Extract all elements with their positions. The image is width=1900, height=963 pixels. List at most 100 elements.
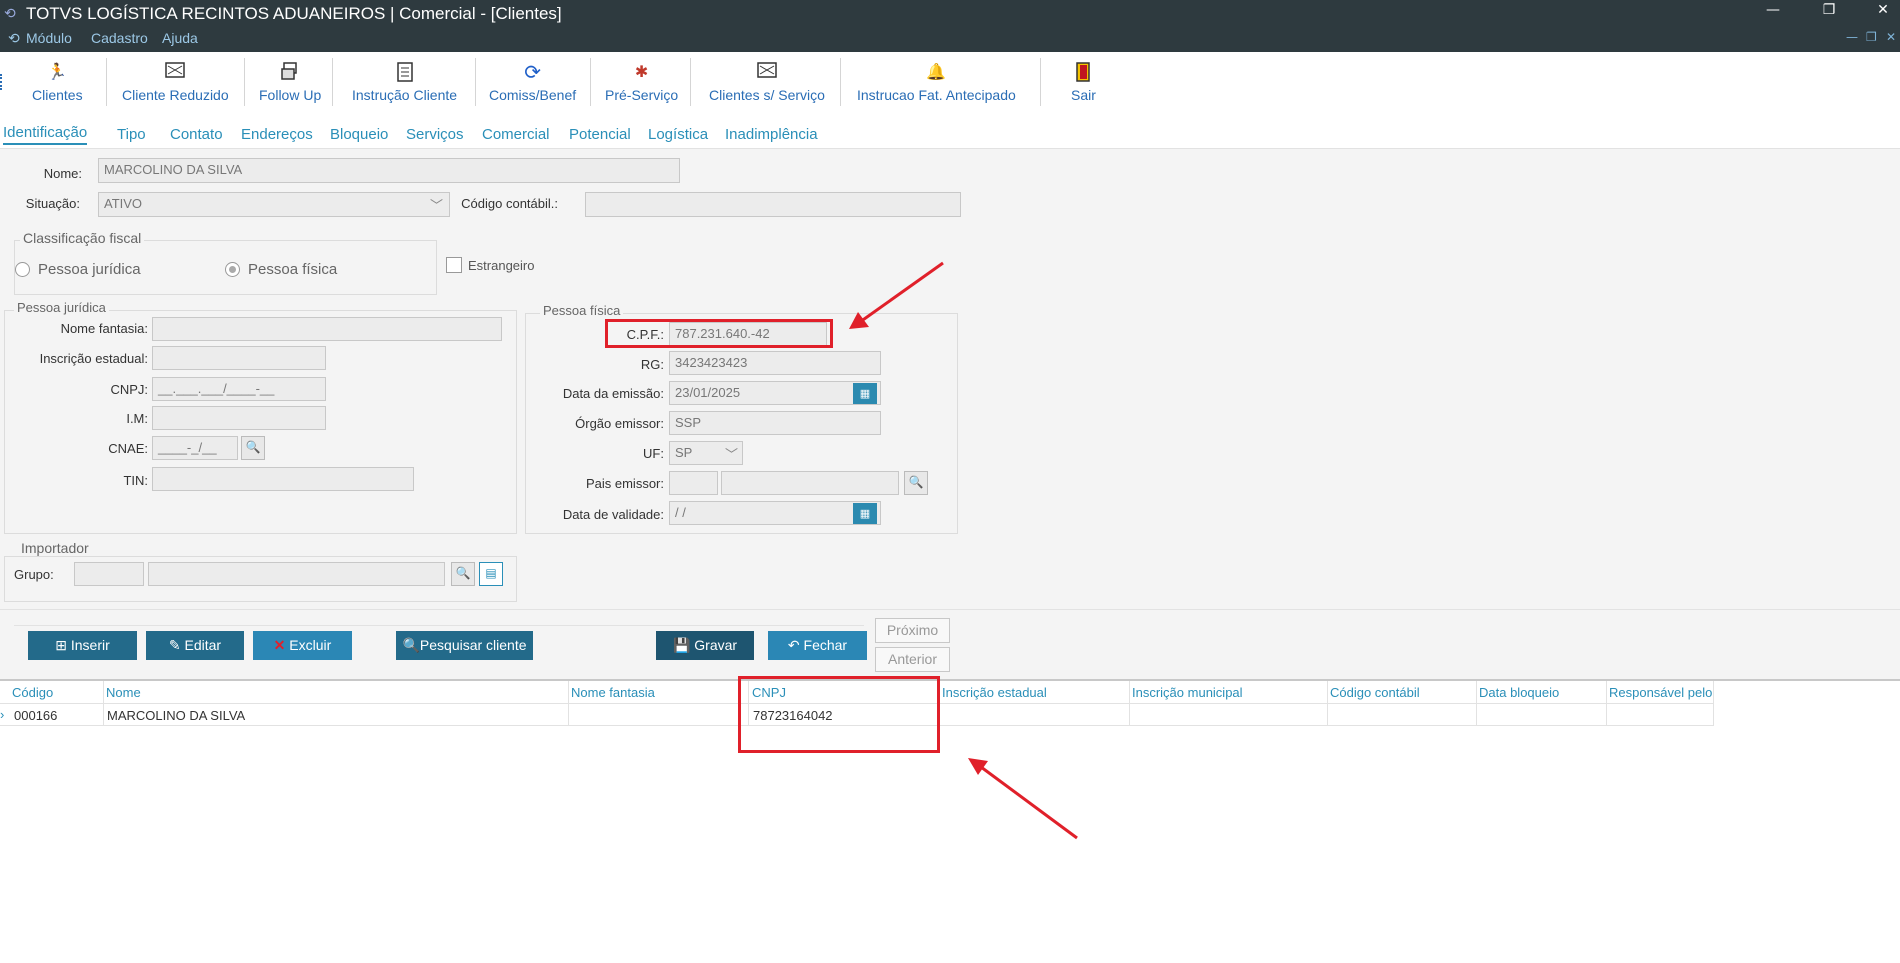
toolbar-sair-button[interactable]: Sair xyxy=(1071,62,1096,103)
tab-identificacao[interactable]: Identificação xyxy=(3,124,88,145)
cnae-search-icon[interactable]: 🔍 xyxy=(241,436,265,460)
cpf-highlight-box xyxy=(605,319,833,348)
grupo-search-icon[interactable]: 🔍 xyxy=(451,562,475,586)
pais-emissor-name-field[interactable] xyxy=(721,471,899,495)
anterior-button[interactable]: Anterior xyxy=(875,647,950,672)
cnpj-field[interactable]: __.___.___/____-__ xyxy=(152,377,326,401)
column-header-codigo-contabil[interactable]: Código contábil xyxy=(1330,685,1420,700)
situacao-value: ATIVO xyxy=(104,196,143,211)
fechar-button[interactable]: ↶ Fechar xyxy=(768,631,867,660)
editar-button[interactable]: ✎ Editar xyxy=(146,631,244,660)
toolbar-separator xyxy=(106,58,107,106)
tab-inadimplencia[interactable]: Inadimplência xyxy=(725,126,818,143)
toolbar-instrucao-fat-antecipado-button[interactable]: 🔔 Instrucao Fat. Antecipado xyxy=(857,62,1016,103)
toolbar-pre-servico-button[interactable]: ✱ Pré-Serviço xyxy=(605,62,678,103)
tab-comercial[interactable]: Comercial xyxy=(482,126,550,143)
restore-button[interactable]: ❐ xyxy=(1814,0,1844,22)
data-validade-field[interactable]: / / xyxy=(669,501,881,525)
cnpj-highlight-box xyxy=(738,676,940,753)
data-emissao-field[interactable]: 23/01/2025 xyxy=(669,381,881,405)
toolbar-separator xyxy=(475,58,476,106)
estrangeiro-label: Estrangeiro xyxy=(468,258,535,273)
column-header-nome[interactable]: Nome xyxy=(106,685,141,700)
proximo-button[interactable]: Próximo xyxy=(875,618,950,643)
pessoa-fisica-title: Pessoa física xyxy=(540,303,624,318)
column-header-codigo[interactable]: Código xyxy=(12,685,53,700)
pesquisar-cliente-button[interactable]: 🔍Pesquisar cliente xyxy=(396,631,533,660)
nome-field[interactable]: MARCOLINO DA SILVA xyxy=(98,158,680,183)
close-button[interactable]: ✕ xyxy=(1868,0,1898,22)
row-indicator-chevron-icon: › xyxy=(0,707,5,722)
nome-label: Nome: xyxy=(43,166,82,181)
nome-fantasia-field[interactable] xyxy=(152,317,502,341)
pais-emissor-code-field[interactable] xyxy=(669,471,718,495)
importador-title: Importador xyxy=(18,540,92,556)
tab-contato[interactable]: Contato xyxy=(170,126,223,143)
column-header-nome-fantasia[interactable]: Nome fantasia xyxy=(571,685,655,700)
toolbar-clientes-sem-servico-button[interactable]: Clientes s/ Serviço xyxy=(709,62,825,103)
search-icon: 🔍 xyxy=(402,637,420,653)
refresh-icon: ⟳ xyxy=(524,62,541,84)
inserir-button[interactable]: ⊞ Inserir xyxy=(28,631,137,660)
uf-label: UF: xyxy=(643,446,664,461)
excluir-button[interactable]: ✕ Excluir xyxy=(253,631,352,660)
wrench-icon: ✱ xyxy=(634,64,649,81)
pessoa-juridica-radio[interactable] xyxy=(15,262,30,277)
divider xyxy=(14,625,864,626)
toolbar-comiss-benef-button[interactable]: ⟳ Comiss/Benef xyxy=(489,62,576,103)
toolbar-separator xyxy=(840,58,841,106)
toolbar-separator xyxy=(690,58,691,106)
followup-icon xyxy=(279,62,301,84)
nome-fantasia-label: Nome fantasia: xyxy=(60,321,148,336)
mdi-minimize-icon[interactable]: — xyxy=(1846,30,1858,44)
im-field[interactable] xyxy=(152,406,326,430)
toolbar-clientes-label: Clientes xyxy=(32,87,83,103)
toolbar-instrucao-cliente-button[interactable]: Instrução Cliente xyxy=(352,62,457,103)
pessoa-fisica-radio[interactable] xyxy=(225,262,240,277)
minimize-button[interactable]: — xyxy=(1758,0,1788,22)
tin-field[interactable] xyxy=(152,467,414,491)
situacao-select[interactable]: ATIVO ﹀ xyxy=(98,192,450,217)
menu-modulo[interactable]: Módulo xyxy=(26,30,72,46)
tab-servicos[interactable]: Serviços xyxy=(406,126,464,143)
tab-potencial[interactable]: Potencial xyxy=(569,126,631,143)
toolbar-cliente-reduzido-button[interactable]: Cliente Reduzido xyxy=(122,62,229,103)
column-header-inscricao-estadual[interactable]: Inscrição estadual xyxy=(942,685,1047,700)
tab-tipo[interactable]: Tipo xyxy=(117,126,146,143)
toolbar-clientes-button[interactable]: 🏃 Clientes xyxy=(32,62,83,103)
grupo-new-document-icon[interactable]: ▤ xyxy=(479,562,503,586)
chevron-down-icon: ﹀ xyxy=(429,198,443,213)
codigo-contabil-field[interactable] xyxy=(585,192,961,217)
pais-search-icon[interactable]: 🔍 xyxy=(904,471,928,495)
calendar-icon[interactable]: ▦ xyxy=(853,383,877,404)
app-menu-icon[interactable]: ⟲ xyxy=(8,30,20,47)
column-header-responsavel[interactable]: Responsável pelo xyxy=(1609,685,1712,700)
toolbar-instrucao-fat-antecipado-label: Instrucao Fat. Antecipado xyxy=(857,87,1016,103)
grupo-code-field[interactable] xyxy=(74,562,144,586)
calendar-icon[interactable]: ▦ xyxy=(853,503,877,524)
toolbar-follow-up-label: Follow Up xyxy=(259,87,322,103)
window-title: TOTVS LOGÍSTICA RECINTOS ADUANEIROS | Co… xyxy=(26,4,562,23)
grupo-name-field[interactable] xyxy=(148,562,445,586)
tab-logistica[interactable]: Logística xyxy=(648,126,708,143)
rg-field[interactable]: 3423423423 xyxy=(669,351,881,375)
menu-cadastro[interactable]: Cadastro xyxy=(91,30,148,46)
menu-ajuda[interactable]: Ajuda xyxy=(162,30,198,46)
toolbar-comiss-benef-label: Comiss/Benef xyxy=(489,87,577,103)
cnae-field[interactable]: ____-_/__ xyxy=(152,436,238,460)
column-header-data-bloqueio[interactable]: Data bloqueio xyxy=(1479,685,1559,700)
mdi-restore-icon[interactable]: ❐ xyxy=(1866,30,1877,44)
runner-icon: 🏃 xyxy=(47,64,68,81)
estrangeiro-checkbox[interactable] xyxy=(446,257,462,273)
column-header-inscricao-municipal[interactable]: Inscrição municipal xyxy=(1132,685,1243,700)
uf-select[interactable]: SP ﹀ xyxy=(669,441,743,465)
inserir-label: Inserir xyxy=(70,637,110,653)
tab-enderecos[interactable]: Endereços xyxy=(241,126,313,143)
orgao-emissor-field[interactable]: SSP xyxy=(669,411,881,435)
tab-bloqueio[interactable]: Bloqueio xyxy=(330,126,388,143)
toolbar-follow-up-button[interactable]: Follow Up xyxy=(259,62,321,103)
mdi-close-icon[interactable]: ✕ xyxy=(1886,30,1896,44)
card-icon xyxy=(164,62,186,84)
gravar-button[interactable]: 💾 Gravar xyxy=(656,631,754,660)
inscricao-estadual-field[interactable] xyxy=(152,346,326,370)
